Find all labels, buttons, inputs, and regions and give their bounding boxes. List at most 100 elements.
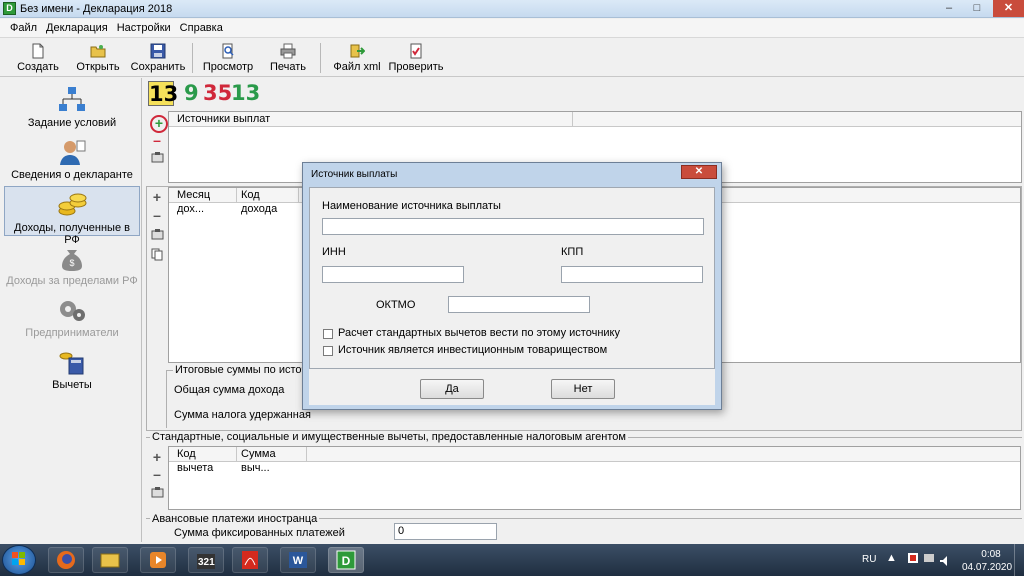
investment-partnership-checkbox[interactable]	[323, 346, 333, 356]
nav-deductions[interactable]: Вычеты	[4, 344, 140, 394]
taskbar-pdf[interactable]	[232, 547, 268, 573]
edit-deduction-button[interactable]	[150, 486, 164, 500]
counter-green: 9	[184, 81, 199, 105]
declaration-app-icon: D	[336, 550, 356, 570]
column-month[interactable]: Месяц дох...	[173, 188, 237, 215]
svg-text:W: W	[293, 555, 304, 567]
no-button[interactable]: Нет	[551, 379, 615, 399]
oktmo-label: ОКТМО	[376, 299, 416, 311]
edit-icon	[151, 229, 163, 240]
copy-icon	[151, 248, 163, 261]
column-deduction-sum[interactable]: Сумма выч...	[237, 447, 307, 474]
status-counters: 13 9 35 13	[146, 81, 1022, 107]
copy-income-button[interactable]	[150, 248, 164, 262]
add-source-button[interactable]: +	[150, 115, 168, 133]
nav-income-rf[interactable]: Доходы, полученные в РФ	[4, 186, 140, 246]
source-name-input[interactable]	[322, 218, 704, 235]
totals-group: Итоговые суммы по источ Общая сумма дохо…	[166, 364, 316, 428]
preview-button[interactable]: Просмотр	[200, 41, 256, 75]
totals-title: Итоговые суммы по источ	[173, 364, 310, 376]
network-hierarchy-icon	[59, 87, 85, 111]
toolbar-separator	[320, 43, 321, 73]
tray-icons[interactable]	[906, 550, 956, 569]
open-folder-icon	[90, 45, 106, 58]
start-button[interactable]	[2, 545, 36, 575]
save-button[interactable]: Сохранить	[130, 41, 186, 75]
counter-green-2: 13	[231, 81, 261, 105]
clock-time[interactable]: 0:08	[976, 549, 1006, 560]
coins-icon	[58, 193, 87, 216]
calculator-coins-icon	[59, 352, 84, 375]
media-player-icon	[150, 552, 166, 568]
taskbar-word[interactable]: W	[280, 547, 316, 573]
column-income-code[interactable]: Код дохода	[237, 188, 299, 215]
money-bag-icon: $	[62, 250, 82, 271]
pdf-icon	[242, 551, 258, 569]
investment-partnership-label: Источник является инвестиционным товарищ…	[338, 344, 608, 356]
xml-file-button[interactable]: Файл xml	[330, 41, 384, 75]
counter-red: 35	[203, 81, 233, 105]
nav-declarant-info[interactable]: Сведения о декларанте	[4, 134, 140, 184]
deductions-table[interactable]: Код вычетаСумма выч...	[168, 446, 1021, 510]
kpp-input[interactable]	[561, 266, 703, 283]
app-icon: D	[3, 2, 16, 15]
toolbar-separator	[192, 43, 193, 73]
nav-entrepreneurs[interactable]: Предприниматели	[4, 292, 140, 342]
open-button[interactable]: Открыть	[74, 41, 122, 75]
edit-icon	[151, 487, 163, 498]
language-indicator[interactable]: RU	[862, 554, 876, 565]
printer-icon	[280, 43, 296, 59]
toolbar: Создать Открыть Сохранить Просмотр Печат…	[0, 39, 1024, 77]
taskbar: 321 W D RU ▲ 0:08 04.07.2020	[0, 544, 1024, 576]
edit-source-button[interactable]	[150, 151, 164, 165]
clock-date[interactable]: 04.07.2020	[962, 562, 1012, 573]
yes-button[interactable]: Да	[420, 379, 484, 399]
check-document-icon	[410, 43, 422, 59]
counter-selected[interactable]: 13	[148, 81, 178, 106]
word-icon: W	[289, 552, 307, 568]
check-button[interactable]: Проверить	[388, 41, 444, 75]
menu-declaration[interactable]: Декларация	[40, 19, 111, 34]
tray-expand-icon[interactable]: ▲	[886, 552, 897, 564]
firefox-icon	[57, 551, 75, 569]
nav-income-abroad[interactable]: $ Доходы за пределами РФ	[4, 240, 140, 290]
taskbar-media-player[interactable]	[140, 547, 176, 573]
dialog-body: Наименование источника выплаты ИНН КПП О…	[309, 187, 715, 369]
windows-logo-icon	[12, 552, 25, 565]
maximize-button[interactable]: □	[963, 0, 991, 17]
add-income-button[interactable]: +	[150, 190, 164, 204]
taskbar-declaration[interactable]: D	[328, 547, 364, 573]
edit-income-button[interactable]	[150, 228, 164, 242]
source-name-label: Наименование источника выплаты	[322, 200, 501, 212]
nav-conditions[interactable]: Задание условий	[4, 82, 140, 132]
edit-icon	[151, 152, 163, 163]
close-button[interactable]: ✕	[993, 0, 1024, 17]
standard-deductions-checkbox[interactable]	[323, 329, 333, 339]
taskbar-explorer[interactable]	[92, 547, 128, 573]
column-sources[interactable]: Источники выплат	[173, 112, 573, 126]
inn-input[interactable]	[322, 266, 464, 283]
oktmo-input[interactable]	[448, 296, 590, 313]
remove-income-button[interactable]: –	[150, 208, 164, 222]
column-deduction-code[interactable]: Код вычета	[173, 447, 237, 474]
menu-help[interactable]: Справка	[174, 19, 226, 34]
add-deduction-button[interactable]: +	[150, 450, 164, 464]
minimize-button[interactable]: –	[935, 0, 963, 17]
fixed-payments-label: Сумма фиксированных платежей	[174, 527, 345, 539]
dialog-footer: Да Нет	[309, 369, 715, 405]
remove-deduction-button[interactable]: –	[150, 467, 164, 481]
title-bar[interactable]: D Без имени - Декларация 2018 – □ ✕	[0, 0, 1024, 18]
person-icon	[60, 140, 86, 165]
remove-source-button[interactable]: –	[150, 133, 164, 147]
menu-file[interactable]: Файл	[0, 19, 40, 34]
taskbar-mpc[interactable]: 321	[188, 547, 224, 573]
show-desktop-button[interactable]	[1014, 544, 1024, 576]
floppy-disk-icon	[150, 43, 166, 59]
taskbar-firefox[interactable]	[48, 547, 84, 573]
menu-settings[interactable]: Настройки	[111, 19, 174, 34]
dialog-close-button[interactable]: ✕	[681, 165, 717, 179]
create-button[interactable]: Создать	[14, 41, 62, 75]
standard-deductions-label: Расчет стандартных вычетов вести по этом…	[338, 327, 620, 339]
fixed-payments-input[interactable]: 0	[394, 523, 497, 540]
print-button[interactable]: Печать	[264, 41, 312, 75]
